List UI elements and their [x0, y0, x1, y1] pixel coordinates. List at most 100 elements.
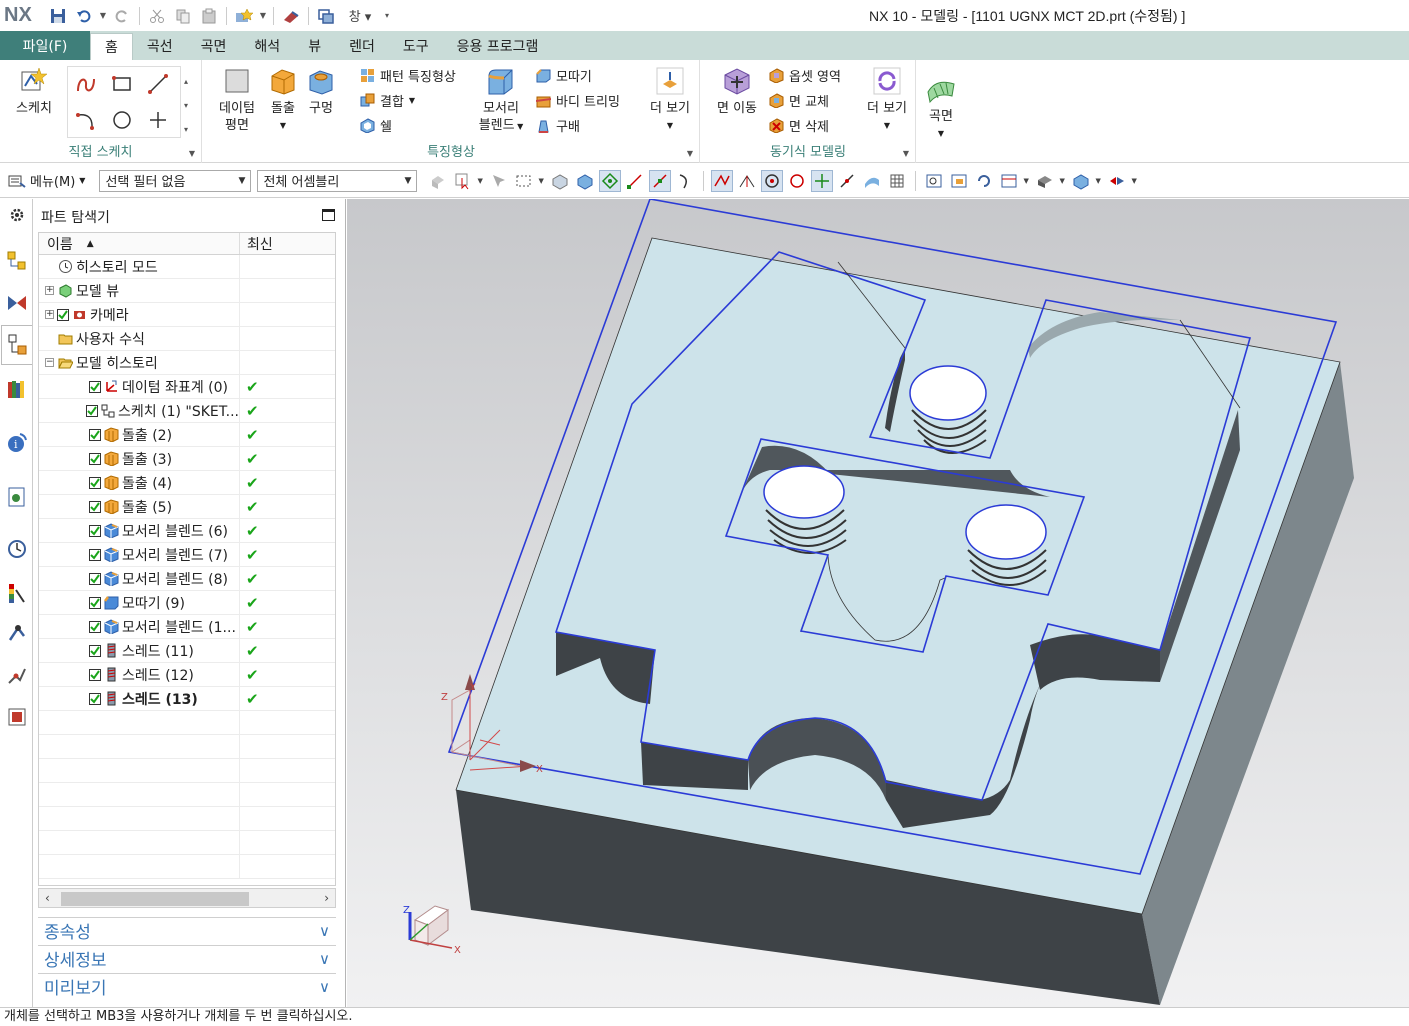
window-icon[interactable]: [314, 5, 338, 27]
qat-customize-icon[interactable]: ▾: [382, 5, 392, 27]
visibility-checkbox[interactable]: [89, 644, 101, 657]
point-icon[interactable]: [143, 105, 173, 135]
tree-row[interactable]: 스레드 (12) ✔: [39, 663, 335, 687]
palette-icon[interactable]: [5, 581, 29, 605]
edge-blend-button[interactable]: 모서리 블렌드 ▼: [475, 66, 527, 135]
tree-row-name-cell[interactable]: 스레드 (12): [39, 663, 240, 686]
tree-row[interactable]: 모서리 블렌드 (1... ✔: [39, 615, 335, 639]
tree-row[interactable]: 스레드 (13) ✔: [39, 687, 335, 711]
column-name-header[interactable]: 이름 ▲: [39, 233, 240, 254]
visibility-checkbox[interactable]: [57, 308, 69, 321]
unite-dropdown-icon[interactable]: ▼: [409, 96, 415, 105]
undo-icon[interactable]: [72, 5, 96, 27]
selection-filter-dropdown[interactable]: 선택 필터 없음 ▼: [99, 169, 252, 192]
assembly-navigator-icon[interactable]: [5, 249, 29, 273]
feature-more-button[interactable]: 더 보기 ▼: [646, 66, 694, 134]
delete-face-button[interactable]: 면 삭제: [769, 116, 829, 135]
edit-section-icon[interactable]: [1106, 170, 1128, 192]
tree-row-name-cell[interactable]: + 모델 뷰: [39, 279, 240, 302]
column-latest-header[interactable]: 최신: [240, 233, 273, 254]
group-more-icon[interactable]: ▼: [903, 149, 909, 158]
tree-row[interactable]: + 모델 뷰: [39, 279, 335, 303]
history-icon[interactable]: [5, 485, 29, 509]
tab-curve[interactable]: 곡선: [133, 31, 187, 60]
tree-row-name-cell[interactable]: 스케치 (1) "SKET...: [39, 399, 240, 422]
web-browser-icon[interactable]: i: [5, 431, 29, 455]
select-cursor-icon[interactable]: [452, 170, 474, 192]
tab-analysis[interactable]: 해석: [240, 31, 294, 60]
sync-more-button[interactable]: 더 보기 ▼: [863, 66, 911, 134]
replace-face-button[interactable]: 면 교체: [769, 91, 829, 110]
tree-row-name-cell[interactable]: 돌출 (5): [39, 495, 240, 518]
tab-render[interactable]: 렌더: [335, 31, 389, 60]
undo-dropdown-icon[interactable]: ▼: [98, 5, 108, 27]
tree-row-name-cell[interactable]: 사용자 수식: [39, 327, 240, 350]
general-selection-icon[interactable]: [488, 170, 510, 192]
repeat-command-icon[interactable]: [232, 5, 256, 27]
circle-icon[interactable]: [107, 105, 137, 135]
tab-tools[interactable]: 도구: [389, 31, 443, 60]
tree-row-name-cell[interactable]: 모서리 블렌드 (8): [39, 567, 240, 590]
fit-view-icon[interactable]: [923, 170, 945, 192]
model-viewport[interactable]: Z X Y Z X: [347, 199, 1409, 1007]
preview-panel[interactable]: 미리보기 ∨: [38, 973, 336, 999]
tree-row[interactable]: 히스토리 모드: [39, 255, 335, 279]
render-style-icon[interactable]: [1034, 170, 1056, 192]
visibility-checkbox[interactable]: [89, 596, 101, 609]
hole-button[interactable]: 구멍: [303, 66, 339, 117]
mid-point-icon[interactable]: [649, 169, 672, 192]
gear-icon[interactable]: [5, 203, 29, 227]
cut-icon[interactable]: [145, 5, 169, 27]
tree-row[interactable]: 모서리 블렌드 (6) ✔: [39, 519, 335, 543]
tree-row[interactable]: 돌출 (5) ✔: [39, 495, 335, 519]
tree-row-name-cell[interactable]: 모서리 블렌드 (7): [39, 543, 240, 566]
tree-row-name-cell[interactable]: 스레드 (11): [39, 639, 240, 662]
arc-icon[interactable]: [71, 105, 101, 135]
intersection-point-icon[interactable]: [711, 169, 734, 192]
roles-icon[interactable]: [5, 705, 29, 729]
copy-icon[interactable]: [171, 5, 195, 27]
tree-row[interactable]: + 카메라: [39, 303, 335, 327]
orient-view-icon[interactable]: [998, 170, 1020, 192]
tree-row-name-cell[interactable]: 모따기 (9): [39, 591, 240, 614]
tab-file[interactable]: 파일(F): [0, 31, 90, 60]
visibility-checkbox[interactable]: [89, 668, 101, 681]
repeat-dropdown-icon[interactable]: ▼: [258, 5, 268, 27]
tree-row[interactable]: 모서리 블렌드 (8) ✔: [39, 567, 335, 591]
reuse-library-icon[interactable]: [5, 377, 29, 401]
tree-row[interactable]: 스케치 (1) "SKET... ✔: [39, 399, 335, 423]
tree-row-name-cell[interactable]: 돌출 (4): [39, 471, 240, 494]
tree-row-name-cell[interactable]: − 모델 히스토리: [39, 351, 240, 374]
window-menu[interactable]: 창 ▾: [340, 5, 380, 27]
move-face-button[interactable]: 면 이동: [709, 66, 765, 117]
extrude-button[interactable]: 돌출 ▼: [263, 66, 303, 134]
tree-row-name-cell[interactable]: 데이텀 좌표계 (0): [39, 375, 240, 398]
menu-button[interactable]: 메뉴(M) ▼: [0, 171, 93, 190]
select-feature-icon[interactable]: [427, 170, 449, 192]
visibility-checkbox[interactable]: [89, 476, 101, 489]
constraint-navigator-icon[interactable]: [5, 291, 29, 315]
tree-row-name-cell[interactable]: + 카메라: [39, 303, 240, 326]
tree-row[interactable]: 돌출 (2) ✔: [39, 423, 335, 447]
select-face-icon[interactable]: [549, 170, 571, 192]
part-navigator-icon[interactable]: [1, 325, 32, 365]
visibility-checkbox[interactable]: [89, 380, 101, 393]
surface-button[interactable]: 곡면 ▼: [921, 74, 961, 142]
visibility-checkbox[interactable]: [89, 572, 101, 585]
select-body-icon[interactable]: [574, 170, 596, 192]
tree-row-name-cell[interactable]: 모서리 블렌드 (6): [39, 519, 240, 542]
end-point-icon[interactable]: [624, 170, 646, 192]
visibility-checkbox[interactable]: [89, 428, 101, 441]
tab-view[interactable]: 뷰: [294, 31, 335, 60]
shaded-view-icon[interactable]: [1070, 170, 1092, 192]
rotate-icon[interactable]: [973, 170, 995, 192]
tree-row[interactable]: 모서리 블렌드 (7) ✔: [39, 543, 335, 567]
bounded-grid-icon[interactable]: [886, 170, 908, 192]
visibility-checkbox[interactable]: [89, 620, 101, 633]
control-point-icon[interactable]: [674, 170, 696, 192]
visibility-checkbox[interactable]: [89, 524, 101, 537]
trim-body-button[interactable]: 바디 트리밍: [536, 91, 620, 110]
paste-icon[interactable]: [197, 5, 221, 27]
pattern-feature-button[interactable]: 패턴 특징형상: [360, 66, 456, 85]
zoom-icon[interactable]: [948, 170, 970, 192]
